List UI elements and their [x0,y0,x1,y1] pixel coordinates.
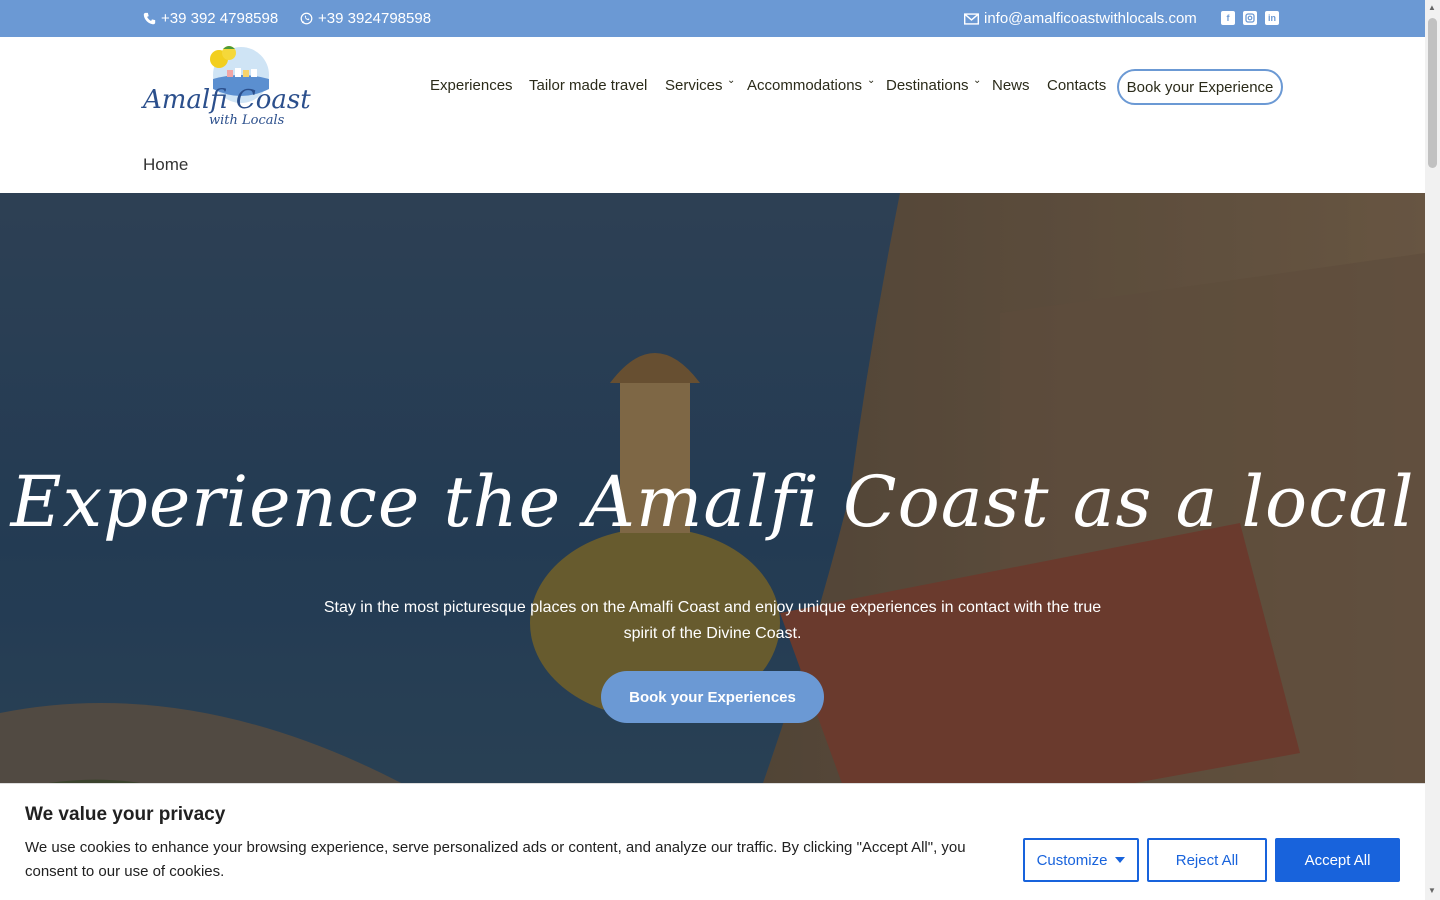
cookie-text: We use cookies to enhance your browsing … [25,839,966,880]
logo-title: Amalfi Coast [143,85,311,115]
logo-subtitle: with Locals [209,113,285,128]
hero-subtitle: Stay in the most picturesque places on t… [323,599,1102,642]
site-header: Amalfi Coast with Locals Experiences Tai… [0,37,1425,193]
nav-news[interactable]: News [992,77,1030,94]
site-logo[interactable]: Amalfi Coast with Locals [143,45,311,131]
customize-label: Customize [1036,851,1108,869]
scroll-down-icon[interactable]: ▼ [1428,886,1436,895]
book-experiences-button[interactable]: Book your Experiences [601,671,824,723]
chevron-down-icon[interactable]: ⌄ [727,75,735,86]
cookie-banner: We value your privacy We use cookies to … [0,783,1425,900]
nav-experiences[interactable]: Experiences [430,77,513,94]
nav-services[interactable]: Services [665,77,723,94]
nav-destinations[interactable]: Destinations [886,77,969,94]
facebook-icon[interactable]: f [1221,11,1235,25]
page-scrollbar[interactable]: ▲ ▼ [1425,0,1440,900]
scroll-up-icon[interactable]: ▲ [1428,3,1436,12]
phone-icon [143,12,156,25]
phone-number: +39 392 4798598 [161,10,279,27]
chevron-down-icon[interactable]: ⌄ [973,75,981,86]
nav-contacts[interactable]: Contacts [1047,77,1106,94]
book-experience-button[interactable]: Book your Experience [1117,69,1283,105]
whatsapp-icon [300,12,313,25]
whatsapp-number: +39 3924798598 [318,10,432,27]
envelope-icon [964,12,979,25]
instagram-icon[interactable] [1243,11,1257,25]
breadcrumb[interactable]: Home [143,155,188,175]
cookie-title: We value your privacy [25,804,226,825]
linkedin-icon[interactable]: in [1265,11,1279,25]
phone-link[interactable]: +39 392 4798598 [143,0,278,37]
chevron-down-icon[interactable]: ⌄ [867,75,875,86]
scroll-thumb[interactable] [1428,18,1437,168]
email-link[interactable]: info@amalficoastwithlocals.com [964,0,1197,37]
reject-all-button[interactable]: Reject All [1147,838,1267,882]
caret-down-icon [1115,857,1126,863]
hero-title: Experience the Amalfi Coast as a local [10,461,1415,543]
accept-all-button[interactable]: Accept All [1275,838,1400,882]
nav-tailor-made-travel[interactable]: Tailor made travel [529,77,647,94]
whatsapp-link[interactable]: +39 3924798598 [300,0,431,37]
nav-accommodations[interactable]: Accommodations [747,77,862,94]
top-bar: +39 392 4798598 +39 3924798598 info@amal… [0,0,1425,37]
email-address: info@amalficoastwithlocals.com [984,10,1197,27]
customize-button[interactable]: Customize [1023,838,1139,882]
